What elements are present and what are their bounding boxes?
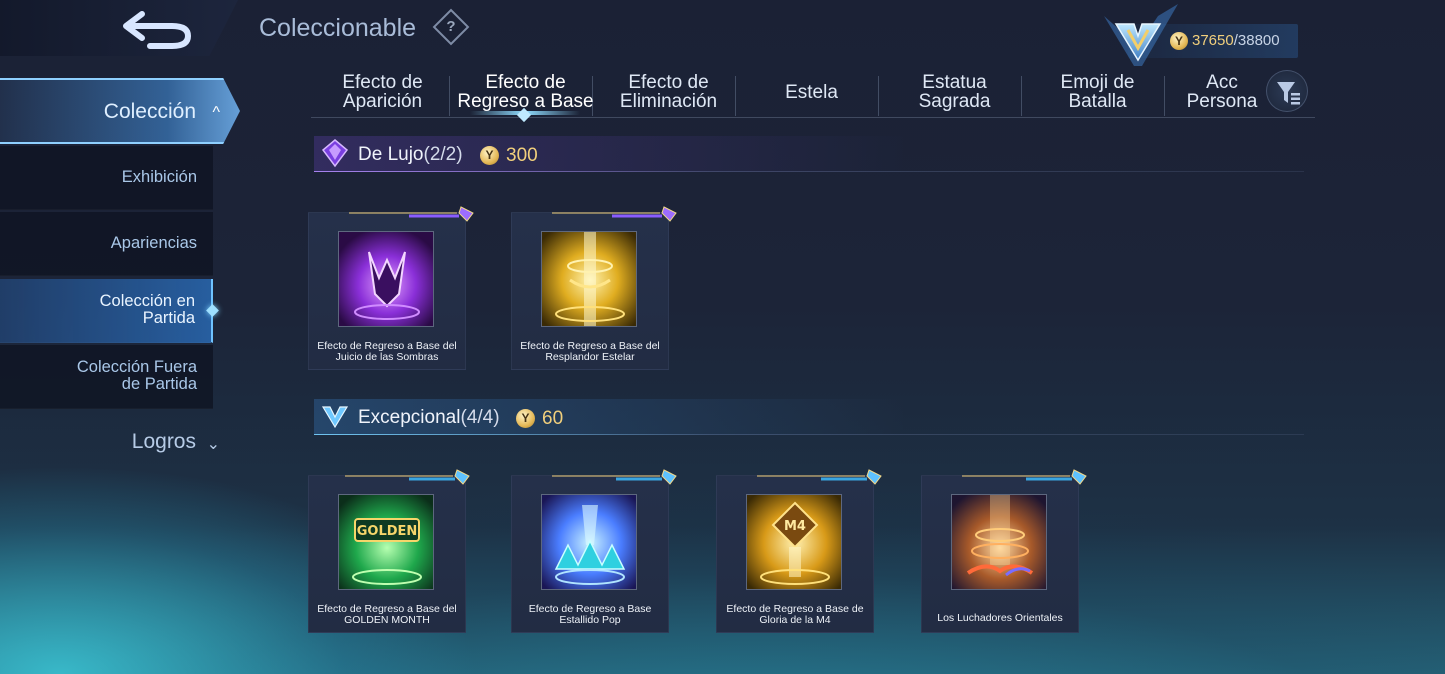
- active-indicator: [206, 304, 219, 317]
- section-price: 60: [542, 408, 564, 429]
- tab-accesorios-personales[interactable]: Acc Persona: [1177, 66, 1267, 117]
- svg-text:GOLDEN: GOLDEN: [357, 524, 418, 539]
- section-price: 300: [506, 145, 538, 166]
- section-title: De Lujo(2/2): [358, 144, 463, 165]
- sidebar-item-coleccion-fuera-de-partida[interactable]: Colección Fuera de Partida: [0, 345, 213, 409]
- coin-icon: Y: [480, 146, 499, 165]
- back-arrow-icon: [123, 11, 192, 49]
- collection-points-value: 37650/38800: [1192, 32, 1280, 49]
- question-diamond-icon[interactable]: ?: [432, 8, 470, 46]
- collection-card[interactable]: GOLDEN Efecto de Regreso a Base del GOLDE…: [308, 469, 470, 633]
- item-caption: Efecto de Regreso a Base del GOLDEN MONTH: [317, 603, 457, 626]
- frame-gem-icon: [349, 206, 474, 222]
- oriental-fighters-art: [951, 494, 1047, 590]
- starlight-radiance-art: [541, 231, 637, 327]
- tab-estatua-sagrada[interactable]: Estatua Sagrada: [883, 66, 1026, 117]
- sidebar-collection-tab[interactable]: Colección ^: [0, 78, 240, 144]
- purple-gem-icon: [321, 139, 349, 168]
- frame-gem-icon: [962, 469, 1087, 485]
- sidebar-item-apariencias[interactable]: Apariencias: [0, 212, 213, 276]
- sidebar-item-label: Exhibición: [121, 168, 197, 186]
- rank-emblem-icon: [1104, 4, 1178, 66]
- chevron-down-icon: ⌄: [206, 436, 220, 453]
- item-caption: Efecto de Regreso a Base Estallido Pop: [528, 603, 652, 626]
- frame-gem-icon: [345, 469, 470, 485]
- sidebar-item-coleccion-en-partida[interactable]: Colección en Partida: [0, 279, 219, 343]
- collection-card[interactable]: Efecto de Regreso a Base del Resplandor E…: [511, 206, 677, 370]
- coin-icon: Y: [516, 409, 535, 428]
- collection-card[interactable]: Los Luchadores Orientales: [921, 469, 1087, 633]
- blue-gem-icon: [321, 406, 349, 429]
- tab-emoji-de-batalla[interactable]: Emoji de Batalla: [1026, 66, 1169, 117]
- section-title: Excepcional(4/4): [358, 407, 500, 428]
- tab-estela[interactable]: Estela: [740, 66, 883, 117]
- category-tabs: Efecto de Aparición Efecto de Regreso a Ba…: [311, 66, 1315, 118]
- filter-button[interactable]: [1266, 70, 1308, 112]
- item-caption: Efecto de Regreso a Base del Juicio de la…: [317, 340, 457, 363]
- collection-card[interactable]: Efecto de Regreso a Base Estallido Pop: [511, 469, 677, 633]
- sidebar-item-label: Colección en Partida: [99, 292, 195, 327]
- sidebar-collection-label: Colección: [103, 100, 196, 123]
- pop-burst-art: [541, 494, 637, 590]
- item-caption: Efecto de Regreso a Base de Gloria de la …: [726, 603, 864, 626]
- frame-gem-icon: [552, 206, 677, 222]
- collection-card[interactable]: M4 Efecto de Regreso a Base de Gloria de …: [716, 469, 882, 633]
- golden-month-art: GOLDEN: [338, 494, 434, 590]
- sidebar-logros-label: Logros: [131, 430, 196, 453]
- section-header-de-lujo: De Lujo(2/2) Y 300: [314, 136, 1304, 172]
- chevron-up-icon: ^: [212, 104, 220, 121]
- filter-icon: [1277, 82, 1300, 105]
- frame-gem-icon: [552, 469, 677, 485]
- sidebar-item-label: Colección Fuera de Partida: [76, 358, 197, 393]
- back-button[interactable]: [0, 0, 238, 56]
- sidebar-item-label: Apariencias: [110, 234, 197, 252]
- section-header-excepcional: Excepcional(4/4) Y 60: [314, 399, 1304, 435]
- sidebar-logros-tab[interactable]: Logros ⌄: [0, 424, 230, 464]
- frame-gem-icon: [757, 469, 882, 485]
- tab-efecto-de-aparicion[interactable]: Efecto de Aparición: [311, 66, 454, 117]
- item-caption: Efecto de Regreso a Base del Resplandor E…: [520, 340, 660, 363]
- svg-text:M4: M4: [784, 519, 806, 534]
- collection-card[interactable]: Efecto de Regreso a Base del Juicio de la…: [308, 206, 474, 370]
- m4-glory-art: M4: [746, 494, 842, 590]
- page-title: Coleccionable: [259, 14, 417, 42]
- tab-efecto-de-eliminacion[interactable]: Efecto de Eliminación: [597, 66, 740, 117]
- item-caption: Los Luchadores Orientales: [937, 612, 1063, 624]
- sidebar-item-exhibicion[interactable]: Exhibición: [0, 146, 213, 210]
- shadow-judgment-art: [338, 231, 434, 327]
